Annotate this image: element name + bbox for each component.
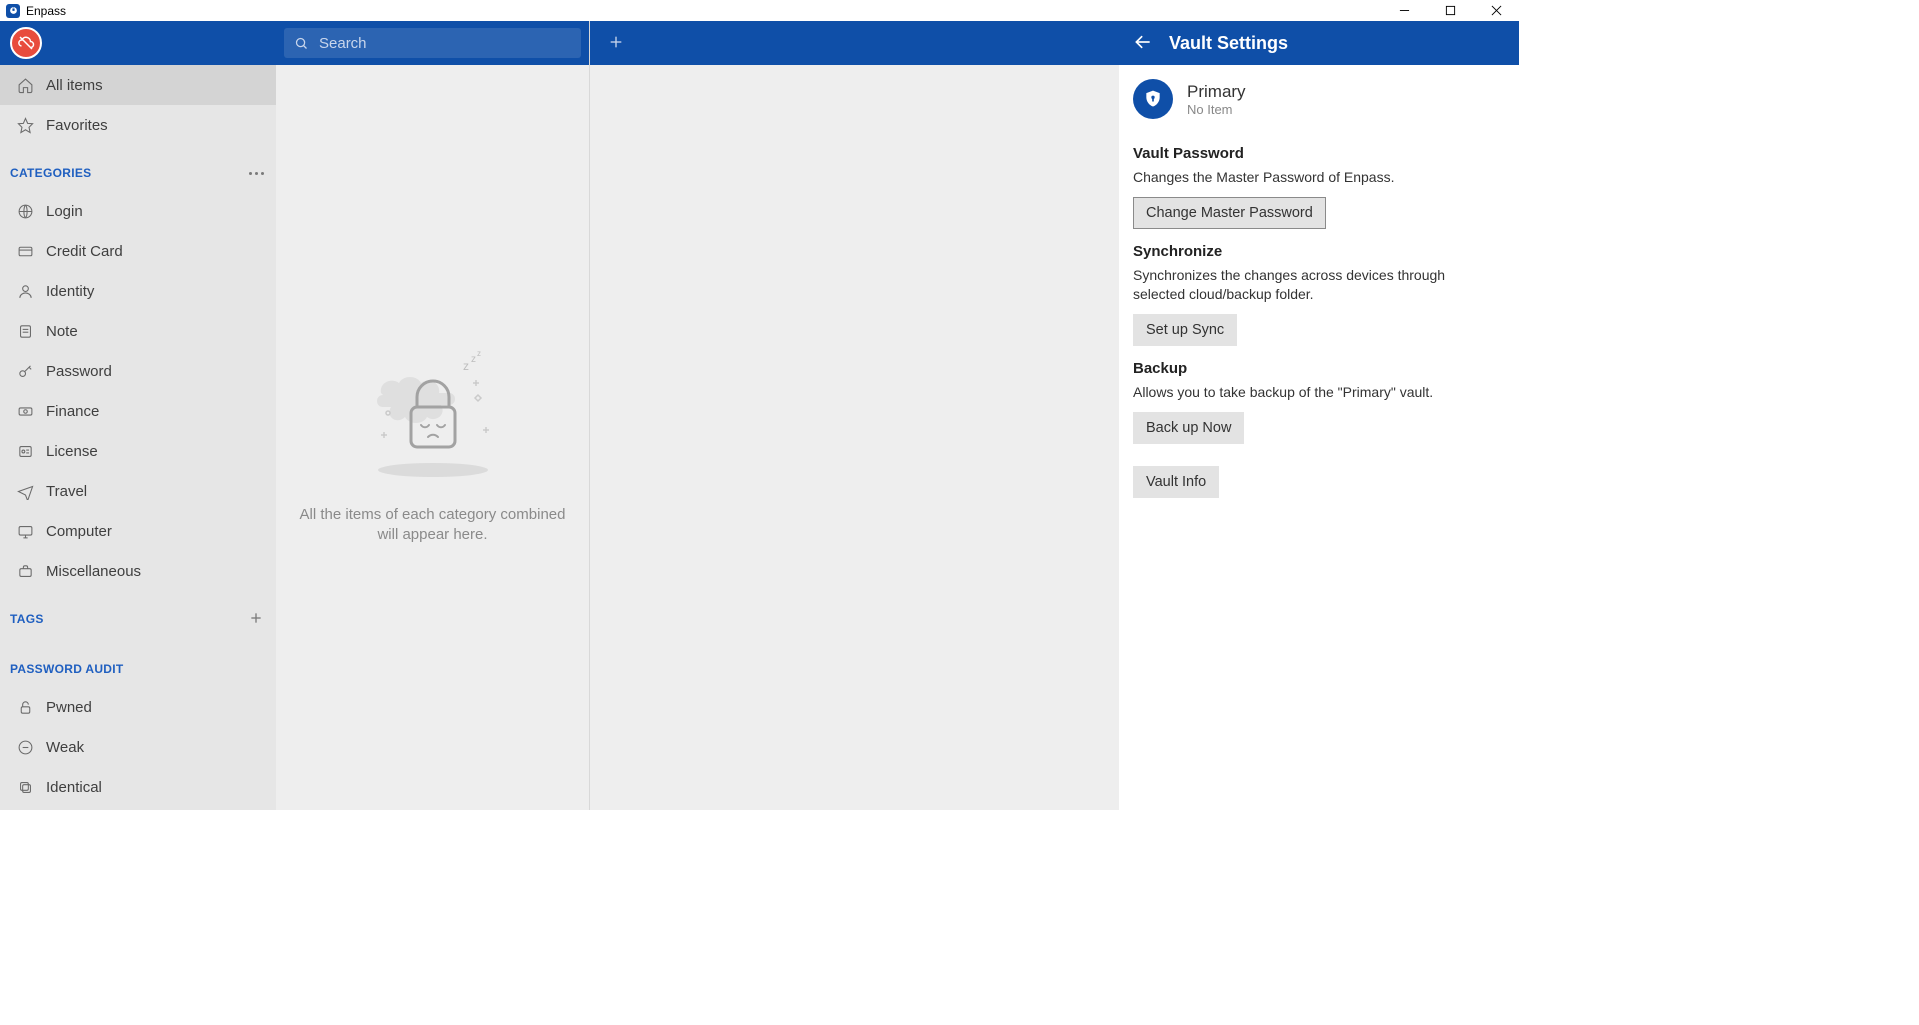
sidebar-item-label: Identity [46,283,94,300]
sidebar-item-password[interactable]: Password [0,351,276,391]
section-desc-sync: Synchronizes the changes across devices … [1133,266,1473,304]
panel-title: Vault Settings [1169,33,1288,54]
sidebar-item-login[interactable]: Login [0,191,276,231]
vault-settings-panel: Vault Settings Primary No Item Vault Pas… [1119,21,1519,810]
section-title-backup: Backup [1133,360,1505,377]
sidebar-item-weak[interactable]: Weak [0,727,276,767]
sidebar-section-categories: CATEGORIES [0,155,276,191]
svg-text:z: z [463,359,469,373]
sidebar-item-note[interactable]: Note [0,311,276,351]
home-icon [16,76,34,94]
sidebar-item-miscellaneous[interactable]: Miscellaneous [0,551,276,591]
plane-icon [16,482,34,500]
sidebar-item-pwned[interactable]: Pwned [0,687,276,727]
vault-header: Primary No Item [1119,65,1519,127]
detail-column [590,21,1119,810]
sidebar-item-label: Password [46,363,112,380]
plus-icon [608,34,624,50]
unlock-icon [16,698,34,716]
section-desc-backup: Allows you to take backup of the "Primar… [1133,383,1473,402]
empty-text: All the items of each category combined … [288,505,578,546]
search-icon [294,36,309,51]
change-master-password-button[interactable]: Change Master Password [1133,197,1326,229]
user-icon [16,282,34,300]
backup-now-button[interactable]: Back up Now [1133,412,1244,444]
sidebar-item-favorites[interactable]: Favorites [0,105,276,145]
sidebar: All items Favorites CATEGORIES Login Cre… [0,21,276,810]
briefcase-icon [16,562,34,580]
sidebar-item-all-items[interactable]: All items [0,65,276,105]
sidebar-item-label: License [46,443,98,460]
search-field[interactable] [284,28,581,58]
section-desc-password: Changes the Master Password of Enpass. [1133,168,1473,187]
setup-sync-button[interactable]: Set up Sync [1133,314,1237,346]
window-buttons [1381,0,1519,21]
section-label: CATEGORIES [10,166,91,180]
copy-icon [16,778,34,796]
sidebar-item-label: Travel [46,483,87,500]
sidebar-section-audit: PASSWORD AUDIT [0,651,276,687]
sidebar-item-label: Identical [46,779,102,796]
sync-status-badge[interactable] [10,27,42,59]
vault-subtitle: No Item [1187,102,1246,117]
sidebar-item-computer[interactable]: Computer [0,511,276,551]
cash-icon [16,402,34,420]
sidebar-item-label: Login [46,203,83,220]
detail-topbar [590,21,1119,65]
sidebar-item-label: Favorites [46,117,108,134]
window-close-button[interactable] [1473,0,1519,21]
arrow-left-icon [1133,32,1153,52]
section-label: TAGS [10,612,44,626]
sidebar-topbar [0,21,276,65]
empty-lock-illustration: z z z [343,335,523,485]
vault-shield-icon [1133,79,1173,119]
sidebar-item-label: Computer [46,523,112,540]
sidebar-item-finance[interactable]: Finance [0,391,276,431]
add-tag-button[interactable] [248,610,264,629]
categories-more-button[interactable] [249,172,264,175]
star-icon [16,116,34,134]
sidebar-section-tags: TAGS [0,601,276,637]
sidebar-item-identity[interactable]: Identity [0,271,276,311]
monitor-icon [16,522,34,540]
sidebar-item-credit-card[interactable]: Credit Card [0,231,276,271]
card-icon [16,242,34,260]
sidebar-item-label: All items [46,77,103,94]
add-item-button[interactable] [608,34,624,53]
svg-text:z: z [477,349,481,358]
minus-circle-icon [16,738,34,756]
panel-topbar: Vault Settings [1119,21,1519,65]
window-maximize-button[interactable] [1427,0,1473,21]
svg-text:z: z [471,354,476,365]
back-button[interactable] [1133,32,1153,55]
note-icon [16,322,34,340]
section-title-password: Vault Password [1133,145,1505,162]
sidebar-item-travel[interactable]: Travel [0,471,276,511]
section-label: PASSWORD AUDIT [10,662,124,676]
vault-name: Primary [1187,82,1246,102]
empty-state: z z z All the items of each category com… [276,65,589,810]
cloud-off-icon [17,34,35,52]
sidebar-item-label: Pwned [46,699,92,716]
sidebar-item-label: Credit Card [46,243,123,260]
key-icon [16,362,34,380]
window-titlebar: Enpass [0,0,1519,21]
window-title: Enpass [26,4,66,18]
window-minimize-button[interactable] [1381,0,1427,21]
app-logo-icon [6,4,20,18]
sidebar-item-identical[interactable]: Identical [0,767,276,807]
sidebar-item-license[interactable]: License [0,431,276,471]
vault-info-button[interactable]: Vault Info [1133,466,1219,498]
sidebar-item-label: Weak [46,739,84,756]
sidebar-item-label: Finance [46,403,99,420]
sidebar-item-label: Note [46,323,78,340]
item-list-column: z z z All the items of each category com… [276,21,590,810]
section-title-sync: Synchronize [1133,243,1505,260]
sidebar-item-label: Miscellaneous [46,563,141,580]
globe-icon [16,202,34,220]
search-input[interactable] [319,35,571,52]
titlebar-left: Enpass [6,4,66,18]
list-topbar [276,21,589,65]
badge-icon [16,442,34,460]
